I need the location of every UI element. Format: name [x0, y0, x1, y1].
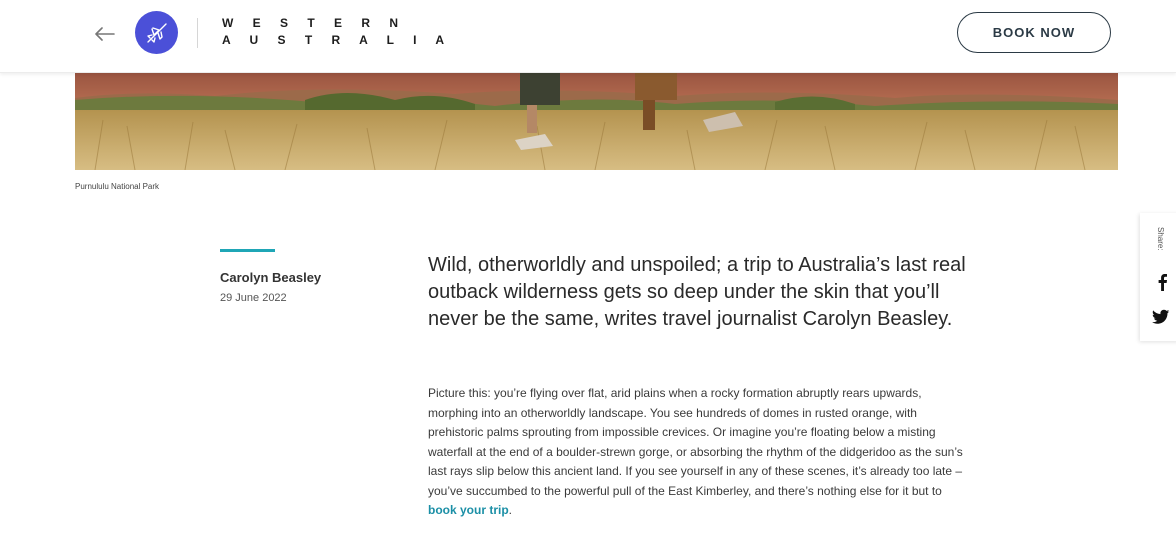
body-paragraph-end: .	[508, 503, 513, 517]
page: W E S T E R N A U S T R A L I A BOOK NOW	[0, 0, 1176, 547]
author-accent-line	[220, 249, 275, 252]
book-now-button[interactable]: BOOK NOW	[957, 12, 1111, 53]
site-header: W E S T E R N A U S T R A L I A BOOK NOW	[0, 0, 1176, 73]
back-button[interactable]	[90, 20, 120, 48]
article-body: Picture this: you’re flying over flat, a…	[428, 384, 973, 521]
hero-caption: Purnululu National Park	[75, 182, 160, 191]
wordmark-line-2: A U S T R A L I A	[222, 33, 453, 47]
author-name: Carolyn Beasley	[220, 270, 322, 285]
plane-icon	[146, 22, 167, 43]
share-rail: Share:	[1140, 213, 1176, 341]
wordmark-line-1: W E S T E R N	[222, 16, 407, 30]
twitter-icon[interactable]	[1152, 309, 1170, 325]
hero-image	[75, 60, 1118, 170]
hero-photo-illustration	[75, 60, 1118, 170]
body-paragraph-text: Picture this: you’re flying over flat, a…	[428, 386, 963, 498]
wa-wordmark[interactable]: W E S T E R N A U S T R A L I A	[222, 15, 452, 49]
article-lede: Wild, otherworldly and unspoiled; a trip…	[428, 254, 966, 330]
share-label: Share:	[1156, 227, 1165, 251]
wa-logo-badge[interactable]	[135, 11, 178, 54]
facebook-icon[interactable]	[1154, 273, 1170, 291]
book-your-trip-link[interactable]: book your trip	[428, 503, 509, 517]
logo-divider	[197, 18, 198, 48]
arrow-left-icon	[95, 27, 115, 41]
publish-date: 29 June 2022	[220, 292, 287, 304]
